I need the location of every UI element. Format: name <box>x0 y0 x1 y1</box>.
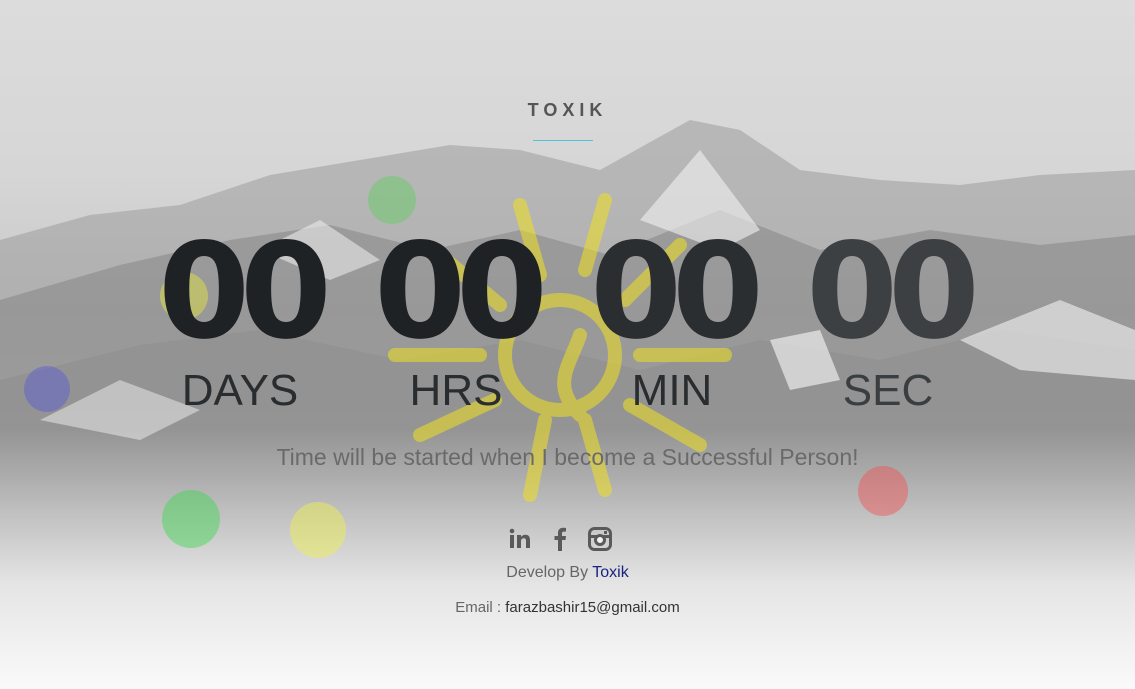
days-label: DAYS <box>181 366 299 415</box>
hours-label: HRS <box>409 366 503 415</box>
hours-value: 00 <box>374 215 548 369</box>
seconds-label: SEC <box>842 366 934 415</box>
hours-counter: 00 HRS <box>356 222 556 416</box>
days-value: 00 <box>158 215 332 369</box>
developer-credit: Develop By Toxik <box>0 564 1135 582</box>
seconds-counter: 00 SEC <box>788 222 988 416</box>
minutes-label: MIN <box>631 366 713 415</box>
tagline: Time will be started when I become a Suc… <box>276 444 859 470</box>
minutes-value: 00 <box>590 215 764 369</box>
instagram-icon[interactable] <box>588 526 612 552</box>
green-bubble <box>162 490 220 548</box>
linkedin-icon[interactable] <box>508 526 532 552</box>
email-address: farazbashir15@gmail.com <box>505 599 680 616</box>
facebook-icon[interactable] <box>548 526 572 552</box>
seconds-value: 00 <box>806 215 980 369</box>
days-counter: 00 DAYS <box>140 222 340 416</box>
red-bubble <box>858 466 908 516</box>
social-links <box>508 526 612 552</box>
email-line: Email : farazbashir15@gmail.com <box>0 599 1135 616</box>
brand-title: TOXIK <box>527 100 608 120</box>
blue-bubble <box>24 366 70 412</box>
countdown-page: TOXIK 00 DAYS 00 HRS 00 MIN 00 SEC Time … <box>0 0 1135 689</box>
developer-link[interactable]: Toxik <box>592 564 628 581</box>
yellow-bubble <box>290 502 346 558</box>
developer-prefix: Develop By <box>506 564 589 581</box>
minutes-counter: 00 MIN <box>572 222 772 416</box>
email-label: Email : <box>455 599 502 616</box>
brand-underline <box>533 140 593 141</box>
